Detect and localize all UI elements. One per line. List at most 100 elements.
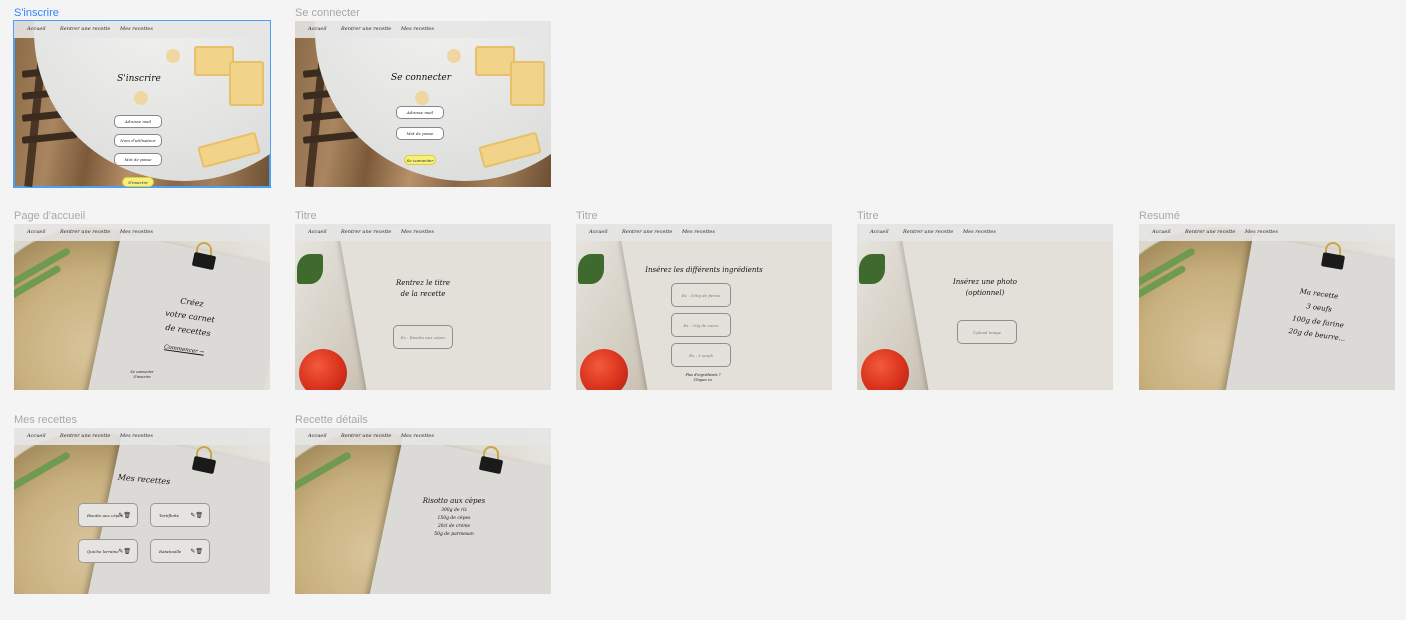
nav-bar: Accueil Rentrer une recette Mes recettes — [14, 428, 270, 445]
frame-ingredients-step[interactable]: Titre Accueil Rentrer une recette Mes re… — [576, 210, 832, 390]
frame-signup[interactable]: S'inscrire Accueil Rentrer une recette M… — [13, 7, 271, 188]
frame-thumbnail[interactable]: Accueil Rentrer une recette Mes recettes… — [576, 224, 832, 390]
frame-thumbnail[interactable]: Accueil Rentrer une recette Mes recettes… — [14, 428, 270, 594]
nav-add-recipe[interactable]: Rentrer une recette — [341, 229, 391, 235]
step-title: Insérez les différents ingrédients — [645, 266, 763, 274]
password-field[interactable]: Mot de passe — [396, 127, 444, 140]
more-ingredients-link[interactable]: Cliquez ici — [681, 378, 725, 382]
nav-home[interactable]: Accueil — [308, 433, 327, 439]
ravioli-image — [166, 49, 180, 63]
nav-home[interactable]: Accueil — [27, 229, 46, 235]
nav-bar: Accueil Rentrer une recette Mes recettes — [857, 224, 1113, 241]
nav-my-recipes[interactable]: Mes recettes — [401, 229, 434, 235]
nav-my-recipes[interactable]: Mes recettes — [120, 229, 153, 235]
asparagus-image — [14, 246, 72, 289]
login-link[interactable]: Se connecter — [126, 370, 158, 374]
nav-add-recipe[interactable]: Rentrer une recette — [903, 229, 953, 235]
edit-delete-icons[interactable]: ✎🗑 — [118, 548, 131, 555]
nav-add-recipe[interactable]: Rentrer une recette — [341, 26, 391, 32]
edit-delete-icons[interactable]: ✎🗑 — [190, 548, 203, 555]
trash-icon[interactable]: 🗑 — [195, 548, 203, 555]
frame-label[interactable]: Recette détails — [295, 414, 551, 428]
nav-home[interactable]: Accueil — [870, 229, 889, 235]
nav-my-recipes[interactable]: Mes recettes — [120, 26, 153, 32]
nav-my-recipes[interactable]: Mes recettes — [682, 229, 715, 235]
frame-label[interactable]: Titre — [857, 210, 1113, 224]
frame-thumbnail[interactable]: Accueil Rentrer une recette Mes recettes… — [857, 224, 1113, 390]
nav-add-recipe[interactable]: Rentrer une recette — [60, 229, 110, 235]
edit-delete-icons[interactable]: ✎🗑 — [190, 512, 203, 519]
nav-home[interactable]: Accueil — [27, 26, 46, 32]
ingredient-input-3[interactable]: Ex : 3 oeufs — [671, 343, 731, 367]
frame-thumbnail[interactable]: Accueil Rentrer une recette Mes recettes… — [295, 428, 551, 594]
recipe-card[interactable]: Quiche lorraine ✎🗑 — [78, 539, 138, 563]
nav-home[interactable]: Accueil — [308, 229, 327, 235]
frame-title-step[interactable]: Titre Accueil Rentrer une recette Mes re… — [295, 210, 551, 390]
nav-my-recipes[interactable]: Mes recettes — [120, 433, 153, 439]
frame-thumbnail[interactable]: Accueil Rentrer une recette Mes recettes… — [13, 20, 271, 188]
nav-add-recipe[interactable]: Rentrer une recette — [341, 433, 391, 439]
recipe-card[interactable]: Tartiflette ✎🗑 — [150, 503, 210, 527]
nav-add-recipe[interactable]: Rentrer une recette — [622, 229, 672, 235]
ingredient-input-1[interactable]: Ex : 100g de farine — [671, 283, 731, 307]
ingredient-line: 20cl de crème — [437, 524, 471, 529]
email-field[interactable]: Adresse mail — [396, 106, 444, 119]
ravioli-image — [447, 49, 461, 63]
signup-button[interactable]: S'inscrire — [122, 177, 154, 187]
step-title-line-2: (optionnel) — [965, 289, 1005, 297]
login-button[interactable]: Se connecter — [404, 155, 436, 165]
ravioli-image — [134, 91, 148, 105]
design-canvas: S'inscrire Accueil Rentrer une recette M… — [0, 0, 1406, 620]
nav-add-recipe[interactable]: Rentrer une recette — [1185, 229, 1235, 235]
tomato-image — [299, 349, 347, 390]
email-field[interactable]: Adresse mail — [114, 115, 162, 128]
frame-thumbnail[interactable]: Accueil Rentrer une recette Mes recettes… — [1139, 224, 1395, 390]
frame-label[interactable]: Titre — [295, 210, 551, 224]
recipe-card[interactable]: Risotto aux cèpes ✎🗑 — [78, 503, 138, 527]
nav-add-recipe[interactable]: Rentrer une recette — [60, 433, 110, 439]
pasta-image — [475, 46, 515, 76]
frame-login[interactable]: Se connecter Accueil Rentrer une recette… — [295, 7, 551, 187]
frame-label[interactable]: Page d'accueil — [14, 210, 270, 224]
paper-sheet-image — [1223, 235, 1395, 390]
frame-thumbnail[interactable]: Accueil Rentrer une recette Mes recettes… — [295, 224, 551, 390]
page-title: Se connecter — [391, 73, 452, 83]
frame-label[interactable]: Titre — [576, 210, 832, 224]
frame-label[interactable]: Resumé — [1139, 210, 1395, 224]
edit-delete-icons[interactable]: ✎🗑 — [118, 512, 131, 519]
nav-home[interactable]: Accueil — [1152, 229, 1171, 235]
frame-home[interactable]: Page d'accueil Accueil Rentrer une recet… — [14, 210, 270, 390]
frame-summary[interactable]: Resumé Accueil Rentrer une recette Mes r… — [1139, 210, 1395, 390]
username-field[interactable]: Nom d'utilisateur — [114, 134, 162, 147]
ingredient-input-2[interactable]: Ex : 20g de sucre — [671, 313, 731, 337]
frame-label[interactable]: S'inscrire — [14, 7, 270, 21]
paper-sheet-image — [339, 224, 551, 390]
frame-recipe-detail[interactable]: Recette détails Accueil Rentrer une rece… — [295, 414, 551, 594]
frame-label[interactable]: Mes recettes — [14, 414, 270, 428]
nav-add-recipe[interactable]: Rentrer une recette — [60, 26, 110, 32]
nav-my-recipes[interactable]: Mes recettes — [401, 26, 434, 32]
frame-my-recipes[interactable]: Mes recettes Accueil Rentrer une recette… — [14, 414, 270, 594]
frame-thumbnail[interactable]: Accueil Rentrer une recette Mes recettes… — [14, 224, 270, 390]
nav-home[interactable]: Accueil — [589, 229, 608, 235]
nav-my-recipes[interactable]: Mes recettes — [401, 433, 434, 439]
nav-home[interactable]: Accueil — [27, 433, 46, 439]
password-field[interactable]: Mot de passe — [114, 153, 162, 166]
frame-thumbnail[interactable]: Accueil Rentrer une recette Mes recettes… — [295, 21, 551, 187]
frame-label[interactable]: Se connecter — [295, 7, 551, 21]
recipe-card[interactable]: Ratatouille ✎🗑 — [150, 539, 210, 563]
nav-my-recipes[interactable]: Mes recettes — [963, 229, 996, 235]
recipe-title-input[interactable]: Ex : Risotto aux cèpes — [393, 325, 453, 349]
trash-icon[interactable]: 🗑 — [123, 512, 131, 519]
upload-image-button[interactable]: Upload image — [957, 320, 1017, 344]
asparagus-image — [14, 450, 72, 493]
trash-icon[interactable]: 🗑 — [123, 548, 131, 555]
nav-home[interactable]: Accueil — [308, 26, 327, 32]
signup-link[interactable]: S'inscrire — [126, 375, 158, 379]
recipe-card-title: Quiche lorraine — [87, 548, 119, 554]
frame-photo-step[interactable]: Titre Accueil Rentrer une recette Mes re… — [857, 210, 1113, 390]
step-title-line-2: de la recette — [400, 290, 446, 298]
nav-my-recipes[interactable]: Mes recettes — [1245, 229, 1278, 235]
recipe-card-title: Ratatouille — [159, 548, 182, 554]
trash-icon[interactable]: 🗑 — [195, 512, 203, 519]
